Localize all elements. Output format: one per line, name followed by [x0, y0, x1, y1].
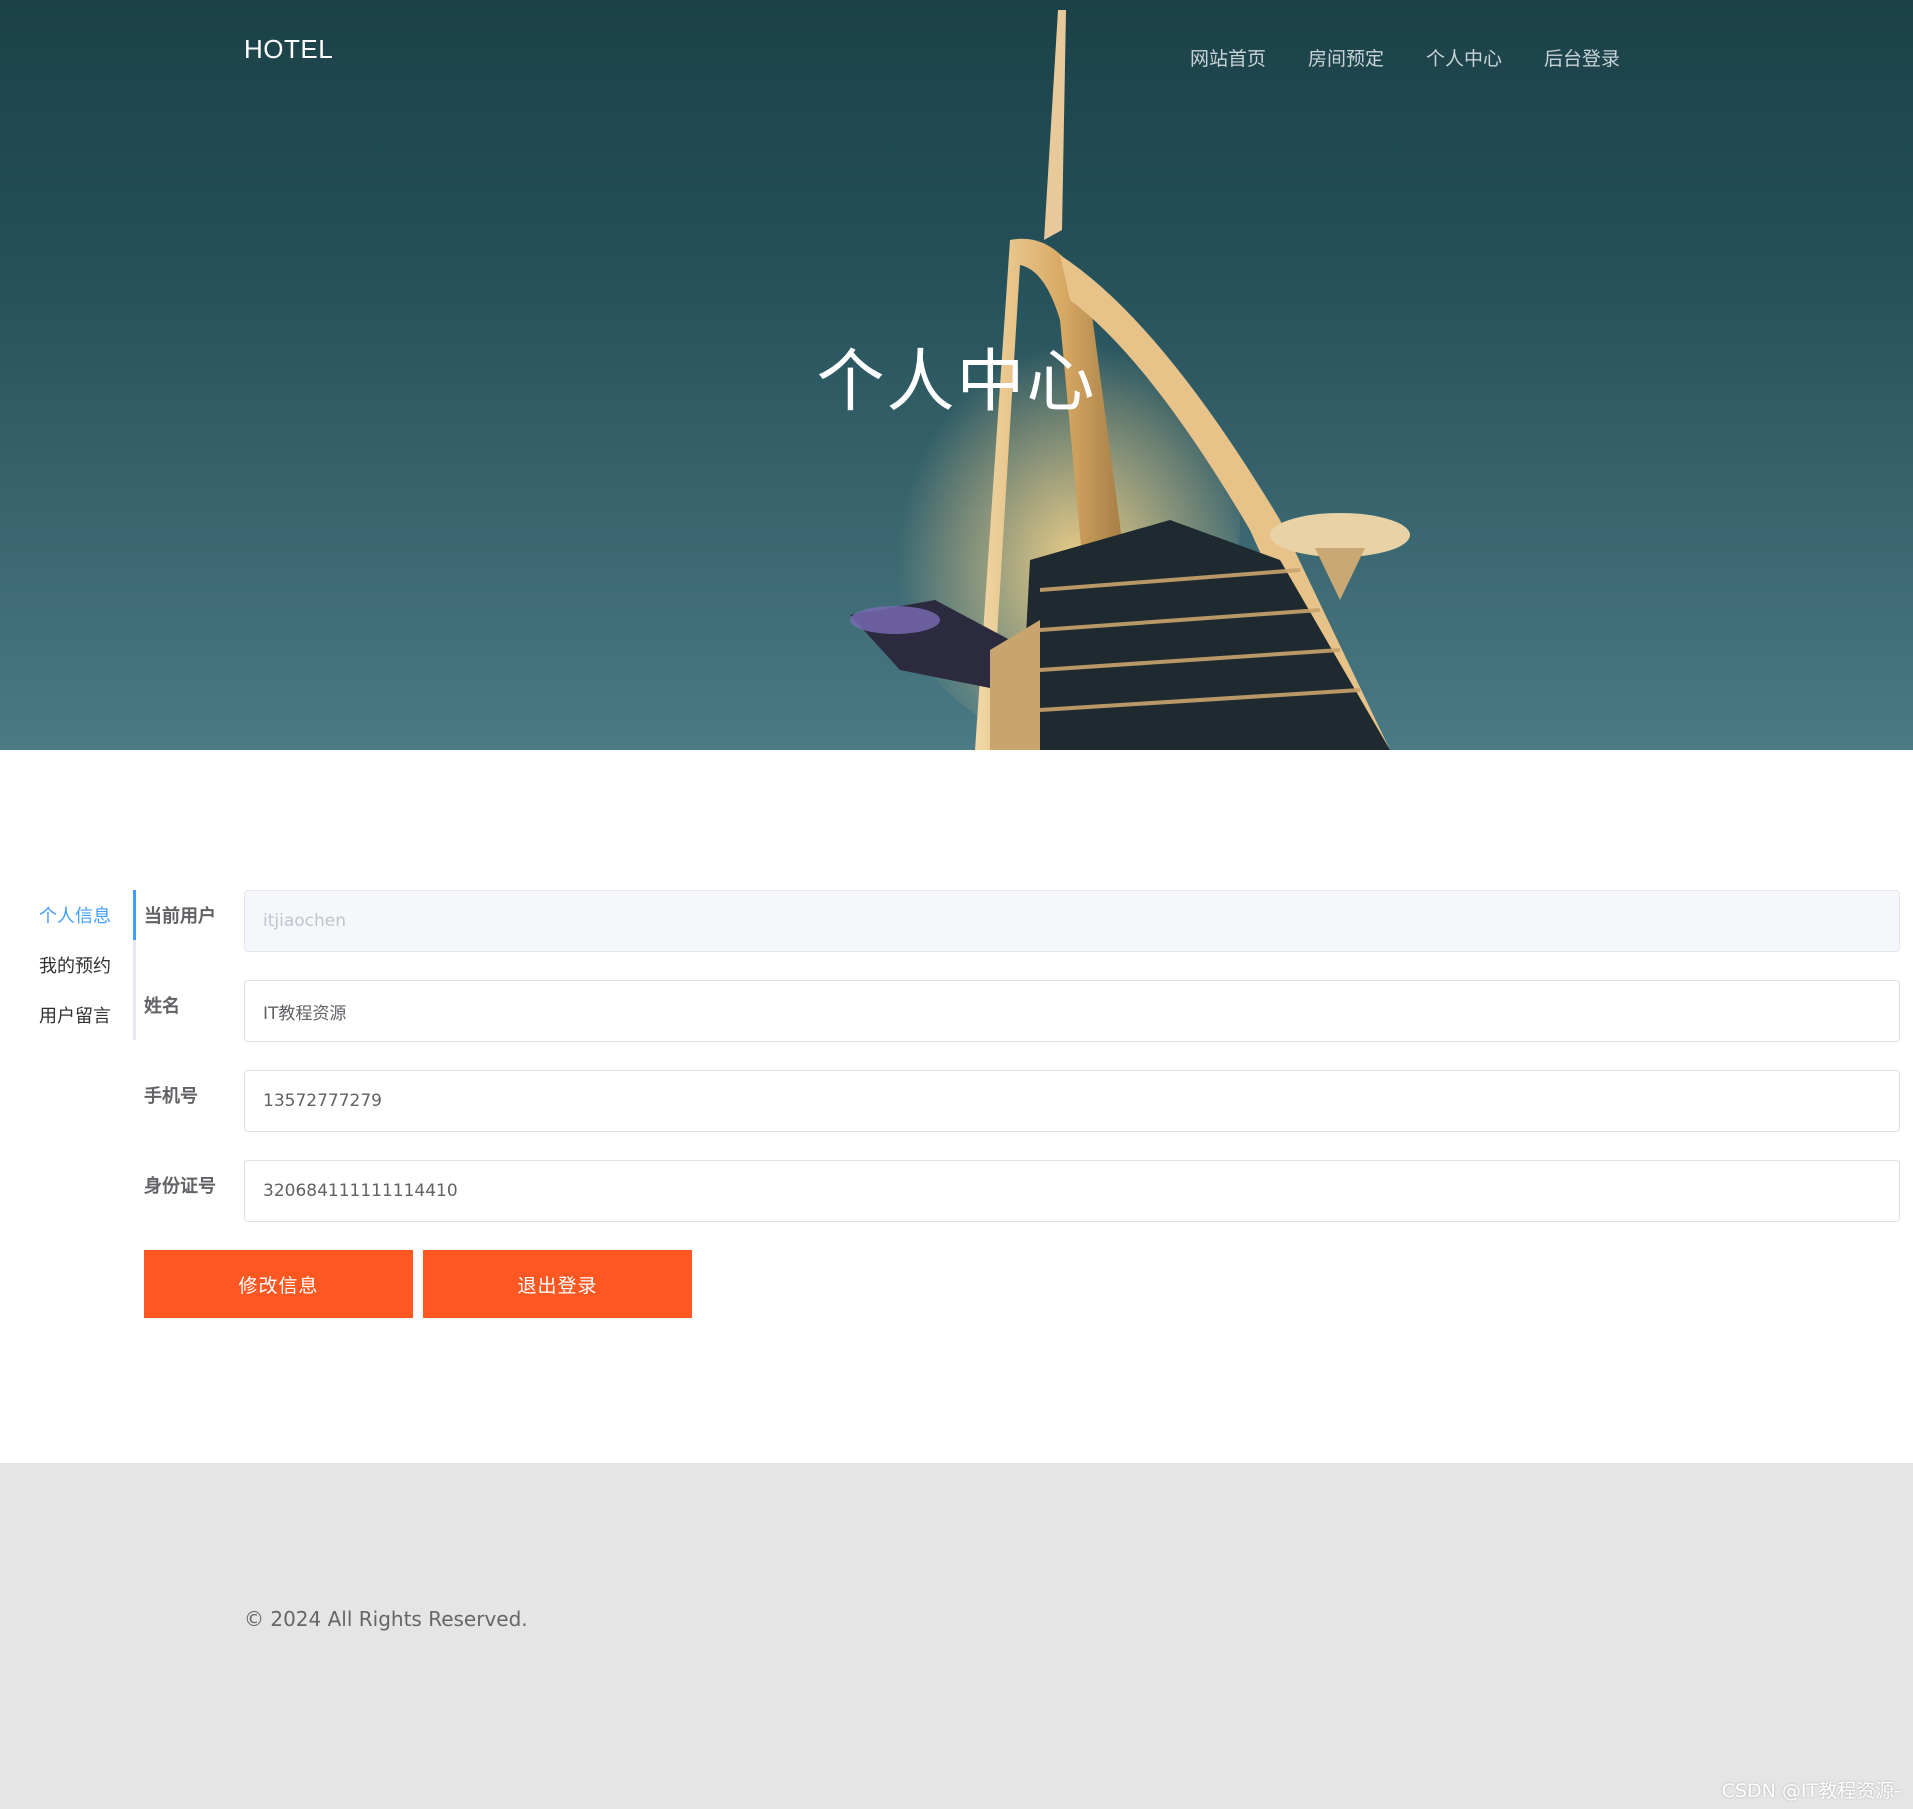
- form-row-phone: 手机号: [144, 1070, 1900, 1134]
- form-row-current-user: 当前用户: [144, 890, 1900, 954]
- form-row-name: 姓名: [144, 980, 1900, 1044]
- copyright-text: © 2024 All Rights Reserved.: [244, 1607, 528, 1631]
- nav-item-room-booking[interactable]: 房间预定: [1308, 44, 1384, 74]
- sidebar-item-my-bookings[interactable]: 我的预约: [39, 952, 111, 978]
- id-number-label: 身份证号: [144, 1176, 216, 1197]
- sidebar-item-user-messages[interactable]: 用户留言: [39, 1002, 111, 1028]
- form-row-id-number: 身份证号: [144, 1160, 1900, 1224]
- footer: © 2024 All Rights Reserved. CSDN @IT教程资源…: [0, 1463, 1913, 1809]
- nav-item-admin-login[interactable]: 后台登录: [1544, 44, 1620, 74]
- current-user-field: [244, 890, 1900, 952]
- id-number-field[interactable]: [244, 1160, 1900, 1222]
- current-user-label: 当前用户: [144, 906, 216, 927]
- name-label: 姓名: [144, 996, 180, 1017]
- watermark-text: CSDN @IT教程资源-: [1721, 1780, 1901, 1802]
- logout-button[interactable]: 退出登录: [423, 1250, 692, 1318]
- phone-field[interactable]: [244, 1070, 1900, 1132]
- modify-info-button[interactable]: 修改信息: [144, 1250, 413, 1318]
- hero-banner: HOTEL 网站首页 房间预定 个人中心 后台登录 个人中心: [0, 0, 1913, 750]
- top-nav: 网站首页 房间预定 个人中心 后台登录: [1190, 44, 1662, 74]
- sidebar-menu: 个人信息 我的预约 用户留言: [0, 890, 136, 1040]
- active-tab-indicator: [133, 890, 136, 940]
- brand-logo[interactable]: HOTEL: [244, 34, 333, 65]
- phone-label: 手机号: [144, 1086, 198, 1107]
- sidebar-item-personal-info[interactable]: 个人信息: [39, 902, 111, 928]
- name-field[interactable]: [244, 980, 1900, 1042]
- main-content: 个人信息 我的预约 用户留言 当前用户 姓名 手机号 身份证号 修改信息 退出登…: [0, 750, 1913, 1463]
- nav-item-home[interactable]: 网站首页: [1190, 44, 1266, 74]
- page: HOTEL 网站首页 房间预定 个人中心 后台登录 个人中心 个人信息 我的预约…: [0, 0, 1913, 1809]
- page-title: 个人中心: [816, 343, 1097, 422]
- nav-item-personal-center[interactable]: 个人中心: [1426, 44, 1502, 74]
